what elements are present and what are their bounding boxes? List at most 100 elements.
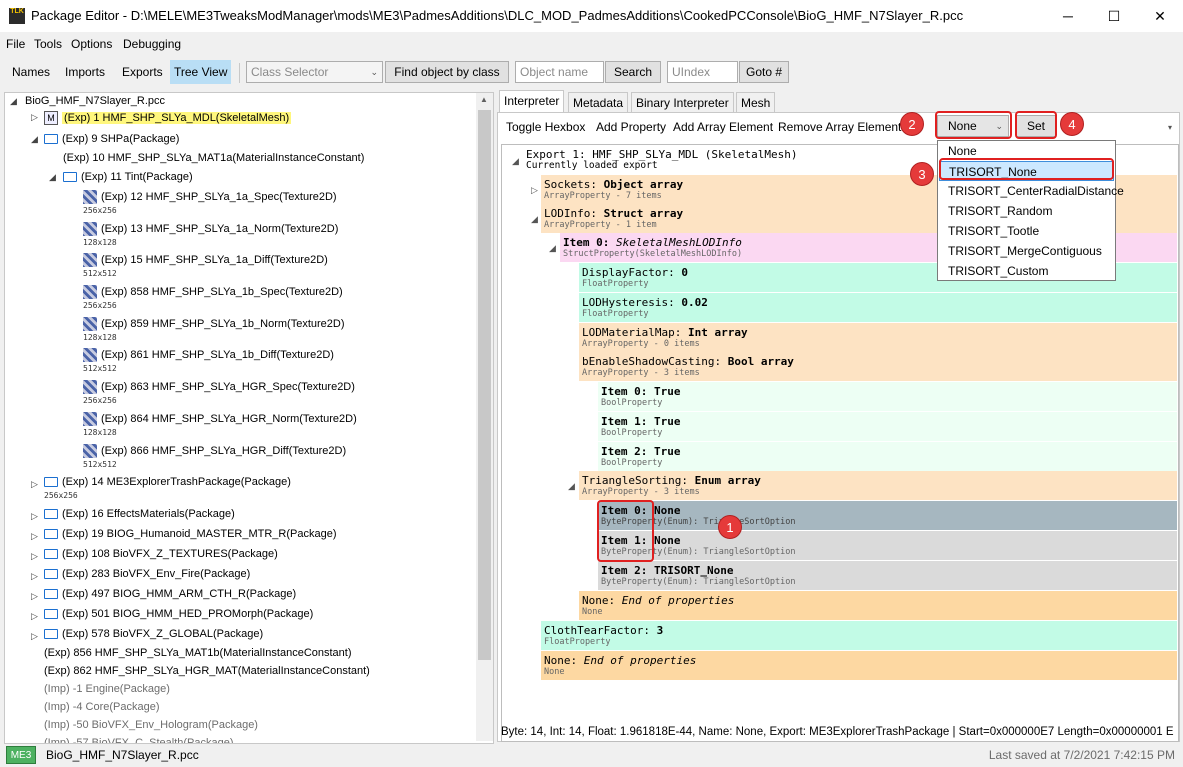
expand-arrow-icon[interactable]: ◢ [549,243,556,254]
tree-item-package[interactable]: (Exp) 283 BioVFX_Env_Fire(Package) [44,566,250,582]
scrollbar-thumb[interactable] [478,110,491,660]
tab-imports[interactable]: Imports [61,60,109,84]
property-row[interactable]: Item 1: None ByteProperty(Enum): Triangl… [598,531,1177,560]
tree-item-package[interactable]: (Exp) 11 Tint(Package) [63,169,193,185]
texture-size: 256x256 [83,301,117,310]
toggle-hexbox-button[interactable]: Toggle Hexbox [506,120,585,134]
collapsed-arrow-icon[interactable]: ▷ [31,531,38,542]
property-row[interactable]: bEnableShadowCasting: Bool array ArrayPr… [579,352,1177,381]
maximize-button[interactable]: ☐ [1091,0,1137,32]
uindex-input[interactable]: UIndex [667,61,738,83]
tree-root[interactable]: BioG_HMF_N7Slayer_R.pcc [25,93,165,109]
expand-arrow-icon[interactable]: ◢ [512,156,519,167]
collapsed-arrow-icon[interactable]: ▷ [31,631,38,642]
tree-view-panel[interactable]: ◢ BioG_HMF_N7Slayer_R.pcc ▷ M (Exp) 1 HMF… [4,92,494,744]
object-name-input[interactable]: Object name [515,61,604,83]
remove-array-element-button[interactable]: Remove Array Element [778,120,901,134]
folder-icon [44,509,58,520]
expand-arrow-icon[interactable]: ◢ [568,481,575,492]
property-row-selected[interactable]: Item 0: None ByteProperty(Enum): Triangl… [598,501,1177,530]
collapsed-arrow-icon[interactable]: ▷ [31,511,38,522]
tab-interpreter[interactable]: Interpreter [499,90,565,113]
property-row[interactable]: LODHysteresis: 0.02 FloatProperty [579,293,1177,322]
expand-arrow-icon[interactable]: ◢ [49,172,56,183]
tree-item-package[interactable]: (Exp) 16 EffectsMaterials(Package) [44,506,235,522]
texture-size: 512x512 [83,269,117,278]
tree-item-texture[interactable]: (Exp) 15 HMF_SHP_SLYa_1a_Diff(Texture2D) [83,252,328,268]
dropdown-option[interactable]: TRISORT_Random [939,201,1114,221]
tree-item-package[interactable]: (Exp) 14 ME3ExplorerTrashPackage(Package… [44,474,291,490]
add-property-button[interactable]: Add Property [596,120,666,134]
collapsed-arrow-icon[interactable]: ▷ [31,591,38,602]
toolbar-separator [239,63,240,83]
texture-icon [83,412,97,427]
tree-item-package[interactable]: (Exp) 501 BIOG_HMM_HED_PROMorph(Package) [44,606,313,622]
tree-item-import[interactable]: (Imp) -57 BioVFX_C_Stealth(Package) [44,735,234,743]
tree-item-import[interactable]: (Imp) -1 Engine(Package) [44,681,170,697]
property-row[interactable]: LODMaterialMap: Int array ArrayProperty … [579,323,1177,352]
tree-item-package[interactable]: (Exp) 497 BIOG_HMM_ARM_CTH_R(Package) [44,586,296,602]
expand-arrow-icon[interactable]: ◢ [531,214,538,225]
tab-names[interactable]: Names [8,60,54,84]
tree-item-skeletal-mesh[interactable]: M (Exp) 1 HMF_SHP_SLYa_MDL(SkeletalMesh) [44,110,292,126]
tree-item-texture[interactable]: (Exp) 864 HMF_SHP_SLYa_HGR_Norm(Texture2… [83,411,357,427]
tree-item-package[interactable]: (Exp) 578 BioVFX_Z_GLOBAL(Package) [44,626,263,642]
tree-item-texture[interactable]: (Exp) 861 HMF_SHP_SLYa_1b_Diff(Texture2D… [83,347,334,363]
property-row[interactable]: Item 0: True BoolProperty [598,382,1177,411]
tree-item[interactable]: (Exp) 862 HMF_SHP_SLYa_HGR_MAT(MaterialI… [44,663,370,679]
tree-scrollbar[interactable]: ▲ [476,93,493,741]
tree-item-package[interactable]: (Exp) 9 SHPa(Package) [44,131,179,147]
tree-item[interactable]: (Exp) 856 HMF_SHP_SLYa_MAT1b(MaterialIns… [44,645,352,661]
property-row[interactable]: None: End of properties None [579,591,1177,620]
tab-exports[interactable]: Exports [118,60,167,84]
collapsed-arrow-icon[interactable]: ▷ [31,611,38,622]
texture-size: 128x128 [83,428,117,437]
minimize-button[interactable]: ─ [1045,0,1091,32]
tree-item-import[interactable]: (Imp) -50 BioVFX_Env_Hologram(Package) [44,717,258,733]
tab-tree-view[interactable]: Tree View [170,60,232,84]
expand-arrow-icon[interactable]: ◢ [10,96,17,107]
tree-item-import[interactable]: (Imp) -4 Core(Package) [44,699,160,715]
collapsed-arrow-icon[interactable]: ▷ [31,479,38,490]
menu-options[interactable]: Options [71,37,112,51]
dropdown-option[interactable]: TRISORT_CenterRadialDistance [939,181,1124,201]
collapsed-arrow-icon[interactable]: ▷ [31,551,38,562]
collapsed-arrow-icon[interactable]: ▷ [31,112,38,123]
dropdown-option[interactable]: TRISORT_Custom [939,261,1114,281]
overflow-chevron-icon[interactable]: ▾ [1168,123,1172,132]
menu-tools[interactable]: Tools [34,37,62,51]
tree-item-package[interactable]: (Exp) 19 BIOG_Humanoid_MASTER_MTR_R(Pack… [44,526,336,542]
class-selector[interactable]: Class Selector ⌄ [246,61,383,83]
tree-item-texture[interactable]: (Exp) 859 HMF_SHP_SLYa_1b_Norm(Texture2D… [83,316,345,332]
goto-button[interactable]: Goto # [739,61,789,83]
property-row[interactable]: ClothTearFactor: 3 FloatProperty [541,621,1177,650]
tree-item-package[interactable]: (Exp) 108 BioVFX_Z_TEXTURES(Package) [44,546,278,562]
texture-icon [83,444,97,459]
property-row[interactable]: TriangleSorting: Enum array ArrayPropert… [579,471,1177,500]
collapsed-arrow-icon[interactable]: ▷ [531,185,538,196]
property-row[interactable]: Item 2: True BoolProperty [598,442,1177,471]
tab-binary-interpreter[interactable]: Binary Interpreter [631,92,734,113]
property-row[interactable]: Item 1: True BoolProperty [598,412,1177,441]
dropdown-option[interactable]: TRISORT_MergeContiguous [939,241,1114,261]
tree-item[interactable]: (Exp) 10 HMF_SHP_SLYa_MAT1a(MaterialInst… [63,150,364,166]
scroll-up-icon[interactable]: ▲ [480,95,488,104]
search-button[interactable]: Search [605,61,661,83]
tab-mesh[interactable]: Mesh [736,92,776,113]
tree-item-texture[interactable]: (Exp) 863 HMF_SHP_SLYa_HGR_Spec(Texture2… [83,379,355,395]
tree-item-texture[interactable]: (Exp) 858 HMF_SHP_SLYa_1b_Spec(Texture2D… [83,284,343,300]
add-array-element-button[interactable]: Add Array Element [673,120,773,134]
close-button[interactable]: ✕ [1137,0,1183,32]
collapsed-arrow-icon[interactable]: ▷ [31,571,38,582]
tree-item-texture[interactable]: (Exp) 12 HMF_SHP_SLYa_1a_Spec(Texture2D) [83,189,337,205]
tree-item-texture[interactable]: (Exp) 866 HMF_SHP_SLYa_HGR_Diff(Texture2… [83,443,346,459]
tab-metadata[interactable]: Metadata [568,92,629,113]
dropdown-option[interactable]: TRISORT_Tootle [939,221,1114,241]
find-by-class-button[interactable]: Find object by class [385,61,509,83]
expand-arrow-icon[interactable]: ◢ [31,134,38,145]
property-row[interactable]: None: End of properties None [541,651,1177,680]
menu-file[interactable]: File [6,37,25,51]
property-row[interactable]: Item 2: TRISORT_None ByteProperty(Enum):… [598,561,1177,590]
menu-debugging[interactable]: Debugging [123,37,181,51]
tree-item-texture[interactable]: (Exp) 13 HMF_SHP_SLYa_1a_Norm(Texture2D) [83,221,338,237]
